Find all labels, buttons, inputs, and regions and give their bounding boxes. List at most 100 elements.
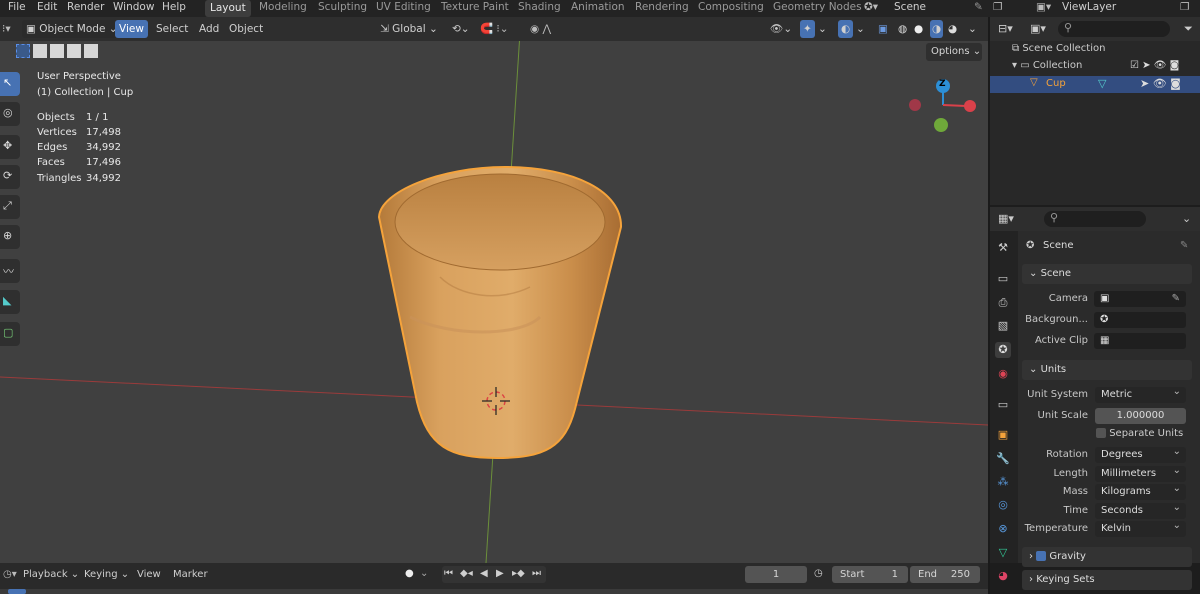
jump-start-icon[interactable]: ⏮ xyxy=(444,568,453,579)
view-layer-tab-icon[interactable]: ▧ xyxy=(995,318,1011,334)
options-dropdown[interactable]: Options ⌄ xyxy=(926,43,982,61)
shading-material-icon[interactable]: ◑ xyxy=(930,20,944,38)
new-view-layer-icon[interactable]: ❐ xyxy=(1180,1,1189,13)
gizmo-dropdown-icon[interactable]: ⌄ xyxy=(818,20,827,38)
outliner-search-input[interactable]: ⚲ xyxy=(1058,21,1170,37)
playback-menu[interactable]: Playback ⌄ xyxy=(23,569,79,580)
shading-rendered-icon[interactable]: ◕ xyxy=(948,20,957,38)
menu-object[interactable]: Object xyxy=(229,20,263,38)
select-box-tool-icon[interactable]: ↖ xyxy=(0,72,20,96)
menu-file[interactable]: File xyxy=(8,1,26,13)
start-frame-field[interactable]: Start 1 xyxy=(832,566,908,583)
select-subtract-icon[interactable] xyxy=(50,44,64,58)
mode-dropdown[interactable]: ▣ Object Mode ⌄ xyxy=(22,20,122,38)
gizmo-toggle-icon[interactable]: ✦ xyxy=(800,20,815,38)
properties-options-icon[interactable]: ⌄ xyxy=(1182,212,1191,225)
move-tool-icon[interactable]: ✥ xyxy=(0,135,20,159)
tab-shading[interactable]: Shading xyxy=(518,1,561,13)
snap-icon[interactable]: 🧲 ⁝⌄ xyxy=(480,20,509,38)
rotation-dropdown[interactable]: Degrees xyxy=(1095,444,1186,463)
background-field[interactable]: ✪ xyxy=(1094,312,1186,328)
tab-layout[interactable]: Layout xyxy=(205,0,251,17)
particles-tab-icon[interactable]: ⁂ xyxy=(995,474,1011,490)
preview-range-icon[interactable]: ◷ xyxy=(814,568,823,579)
scene-name[interactable]: Scene xyxy=(894,1,926,13)
end-frame-field[interactable]: End 250 xyxy=(910,566,980,583)
material-tab-icon[interactable]: ◕ xyxy=(995,568,1011,584)
output-tab-icon[interactable]: ⎙ xyxy=(995,295,1011,311)
view-layer-icon[interactable]: ▣▾ xyxy=(1036,1,1051,13)
timeline-editor-icon[interactable]: ◷▾ xyxy=(3,569,17,580)
shading-wireframe-icon[interactable]: ◍ xyxy=(898,20,907,38)
length-dropdown[interactable]: Millimeters xyxy=(1095,463,1186,482)
xray-icon[interactable]: ▣ xyxy=(878,20,888,38)
gravity-checkbox[interactable] xyxy=(1036,551,1047,561)
properties-search-input[interactable]: ⚲ xyxy=(1044,211,1146,227)
transform-orientation-dropdown[interactable]: ⇲ Global ⌄ xyxy=(380,20,438,38)
data-tab-icon[interactable]: ▽ xyxy=(995,545,1011,561)
tree-scene-collection[interactable]: ⧉ Scene Collection xyxy=(1012,43,1105,54)
tree-collection[interactable]: ▾ ▭ Collection ☑ ➤ 👁 ◙ xyxy=(1012,60,1198,71)
3d-viewport[interactable]: Z User Perspective (1) Collection | Cup … xyxy=(0,17,988,563)
menu-render[interactable]: Render xyxy=(67,1,104,13)
transform-tool-icon[interactable]: ⊕ xyxy=(0,225,20,249)
overlays-dropdown-icon[interactable]: ⌄ xyxy=(856,20,865,38)
shading-dropdown-icon[interactable]: ⌄ xyxy=(968,20,977,38)
tab-animation[interactable]: Animation xyxy=(571,1,625,13)
rotate-tool-icon[interactable]: ⟳ xyxy=(0,165,20,189)
camera-field[interactable]: ▣ ✎ xyxy=(1094,291,1186,307)
cup-visibility-icons[interactable]: ➤ 👁 ◙ xyxy=(1140,77,1181,90)
play-icon[interactable]: ▶ xyxy=(496,568,504,579)
jump-end-icon[interactable]: ⏭ xyxy=(532,568,541,579)
object-tab-icon[interactable]: ▣ xyxy=(995,427,1011,443)
mass-dropdown[interactable]: Kilograms xyxy=(1095,481,1186,500)
collection-tab-icon[interactable]: ▭ xyxy=(995,397,1011,413)
scene-tab-icon[interactable]: ✪ xyxy=(995,342,1011,358)
play-reverse-icon[interactable]: ◀ xyxy=(480,568,488,579)
eyedropper-icon[interactable]: ✎ xyxy=(1172,291,1180,307)
timeline-ruler[interactable] xyxy=(0,589,988,594)
cursor-tool-icon[interactable]: ◎ xyxy=(0,102,20,126)
unit-scale-field[interactable]: 1.000000 xyxy=(1095,408,1186,424)
constraints-tab-icon[interactable]: ⊗ xyxy=(995,521,1011,537)
new-scene-icon[interactable]: ❐ xyxy=(993,1,1002,13)
menu-edit[interactable]: Edit xyxy=(37,1,57,13)
separate-units-checkbox[interactable]: Separate Units xyxy=(1096,428,1183,439)
overlays-icon[interactable]: ◐ xyxy=(838,20,854,38)
select-intersect-icon[interactable] xyxy=(84,44,98,58)
pin-icon[interactable]: ✎ xyxy=(1180,240,1188,251)
temperature-dropdown[interactable]: Kelvin xyxy=(1095,518,1186,537)
tool-tab-icon[interactable]: ⚒ xyxy=(995,240,1011,256)
properties-editor-icon[interactable]: ▦▾ xyxy=(998,212,1014,225)
filter-icon[interactable]: ⏷ xyxy=(1184,22,1193,36)
next-keyframe-icon[interactable]: ▸◆ xyxy=(512,568,525,579)
keying-menu[interactable]: Keying ⌄ xyxy=(84,569,129,580)
menu-view[interactable]: View xyxy=(115,20,148,38)
mesh-data-icon[interactable]: ▽ xyxy=(1098,77,1106,90)
view-menu[interactable]: View xyxy=(137,569,161,580)
shading-solid-icon[interactable]: ● xyxy=(914,20,923,38)
add-cube-tool-icon[interactable]: ▢ xyxy=(0,322,20,346)
tab-modeling[interactable]: Modeling xyxy=(259,1,307,13)
menu-help[interactable]: Help xyxy=(162,1,186,13)
marker-menu[interactable]: Marker xyxy=(173,569,208,580)
time-dropdown[interactable]: Seconds xyxy=(1095,500,1186,519)
select-invert-icon[interactable] xyxy=(67,44,81,58)
playhead-marker[interactable] xyxy=(8,589,26,594)
measure-tool-icon[interactable]: ◣ xyxy=(0,290,20,314)
physics-tab-icon[interactable]: ◎ xyxy=(995,497,1011,513)
unit-system-dropdown[interactable]: Metric xyxy=(1095,384,1186,403)
annotate-tool-icon[interactable]: 〰 xyxy=(0,259,20,283)
pin-icon[interactable]: ✎ xyxy=(974,1,983,13)
tab-geometry-nodes[interactable]: Geometry Nodes xyxy=(773,1,862,13)
auto-keying-icon[interactable]: ● xyxy=(405,568,414,579)
menu-select[interactable]: Select xyxy=(156,20,188,38)
outliner-editor-icon[interactable]: ⊟▾ xyxy=(998,22,1013,35)
tab-sculpting[interactable]: Sculpting xyxy=(318,1,367,13)
select-extend-icon[interactable] xyxy=(33,44,47,58)
visibility-icon[interactable]: 👁⌄ xyxy=(770,20,792,38)
view-layer-name[interactable]: ViewLayer xyxy=(1062,1,1116,13)
tree-object-cup[interactable]: ▽ Cup ▽ ➤ 👁 ◙ xyxy=(990,76,1200,93)
scale-tool-icon[interactable]: ⤢ xyxy=(0,195,20,219)
collection-visibility-icons[interactable]: ☑ ➤ 👁 ◙ xyxy=(1130,60,1179,71)
